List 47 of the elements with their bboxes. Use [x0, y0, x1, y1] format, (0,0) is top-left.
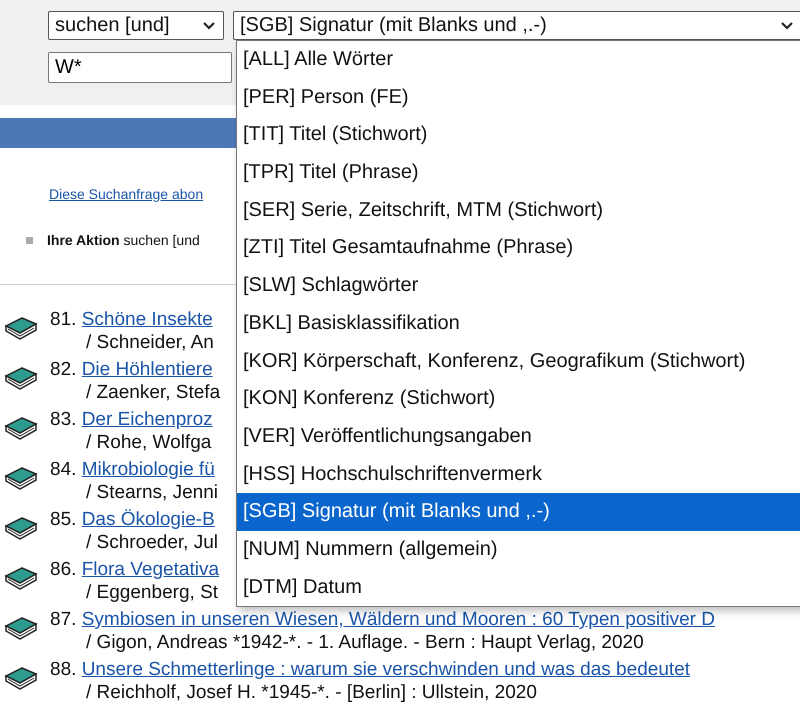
dropdown-option[interactable]: [TPR] Titel (Phrase): [237, 154, 800, 192]
result-title-link[interactable]: Das Ökologie-B: [82, 509, 215, 530]
result-number: 82.: [50, 359, 76, 380]
result-details: / Schneider, An: [85, 331, 214, 354]
dropdown-option[interactable]: [KOR] Körperschaft, Konferenz, Geografikum (Stichwort): [237, 342, 800, 380]
bullet-icon: [26, 236, 33, 244]
result-number: 88.: [50, 659, 76, 680]
result-number: 85.: [50, 509, 76, 530]
subscribe-link[interactable]: Diese Suchanfrage abon: [49, 186, 204, 202]
result-title-link[interactable]: Mikrobiologie fü: [82, 459, 215, 480]
result-title-link[interactable]: Die Höhlentiere: [82, 359, 213, 380]
dropdown-option[interactable]: [TIT] Titel (Stichwort): [237, 116, 800, 154]
dropdown-option[interactable]: [SLW] Schlagwörter: [237, 267, 800, 305]
chevron-down-icon: [203, 22, 215, 30]
dropdown-option[interactable]: [ALL] Alle Wörter: [237, 41, 800, 79]
chevron-down-icon: [781, 22, 793, 30]
dropdown-option[interactable]: [KON] Konferenz (Stichwort): [237, 380, 800, 418]
dropdown-option[interactable]: [NUM] Nummern (allgemein): [237, 530, 800, 569]
search-input[interactable]: W*: [48, 52, 232, 83]
dropdown-option[interactable]: [HSS] Hochschulschriftenvermerk: [237, 456, 800, 494]
dropdown-option[interactable]: [PER] Person (FE): [237, 78, 800, 116]
action-text: Ihre Aktion suchen [und: [47, 232, 200, 248]
result-title-link[interactable]: Flora Vegetativa: [82, 559, 220, 580]
result-number: 81.: [50, 309, 76, 330]
result-details: / Gigon, Andreas *1942-*. - 1. Auflage. - Bern : Haupt Verlag, 2020: [85, 631, 645, 654]
result-details: / Reichholf, Josef H. *1945-*. - [Berlin] : Ullstein, 2020: [85, 681, 538, 704]
dropdown-option[interactable]: [VER] Veröffentlichungsangaben: [237, 418, 800, 456]
result-number: 84.: [50, 459, 76, 480]
dropdown-option[interactable]: [SER] Serie, Zeitschrift, MTM (Stichwort): [237, 192, 800, 230]
result-details: / Eggenberg, St: [85, 581, 220, 604]
result-details: / Rohe, Wolfga: [85, 431, 212, 454]
dropdown-option[interactable]: [BKL] Basisklassifikation: [237, 304, 800, 342]
result-title-link[interactable]: Schöne Insekte: [82, 309, 213, 330]
result-title-link[interactable]: Unsere Schmetterlinge : warum sie verschwinden und was das bedeutet: [82, 659, 690, 680]
dropdown-option[interactable]: [SGB] Signatur (mit Blanks und ,.-): [237, 493, 800, 531]
dropdown-option[interactable]: [DTM] Datum: [237, 568, 800, 606]
result-number: 87.: [50, 609, 76, 630]
search-mode-select[interactable]: suchen [und]: [48, 11, 224, 40]
search-field-select[interactable]: [SGB] Signatur (mit Blanks und ,.-): [233, 11, 800, 40]
result-details: / Schroeder, Jul: [85, 531, 218, 554]
result-number: 86.: [50, 559, 76, 580]
result-title-link[interactable]: Der Eichenproz: [82, 409, 213, 430]
result-title-link[interactable]: Symbiosen in unseren Wiesen, Wäldern und Mooren : 60 Typen positiver D: [82, 609, 716, 630]
result-number: 83.: [50, 409, 76, 430]
dropdown-option[interactable]: [ZTI] Titel Gesamtaufnahme (Phrase): [237, 229, 800, 268]
result-details: / Stearns, Jenni: [85, 481, 218, 504]
result-details: / Zaenker, Stefa: [85, 381, 220, 404]
